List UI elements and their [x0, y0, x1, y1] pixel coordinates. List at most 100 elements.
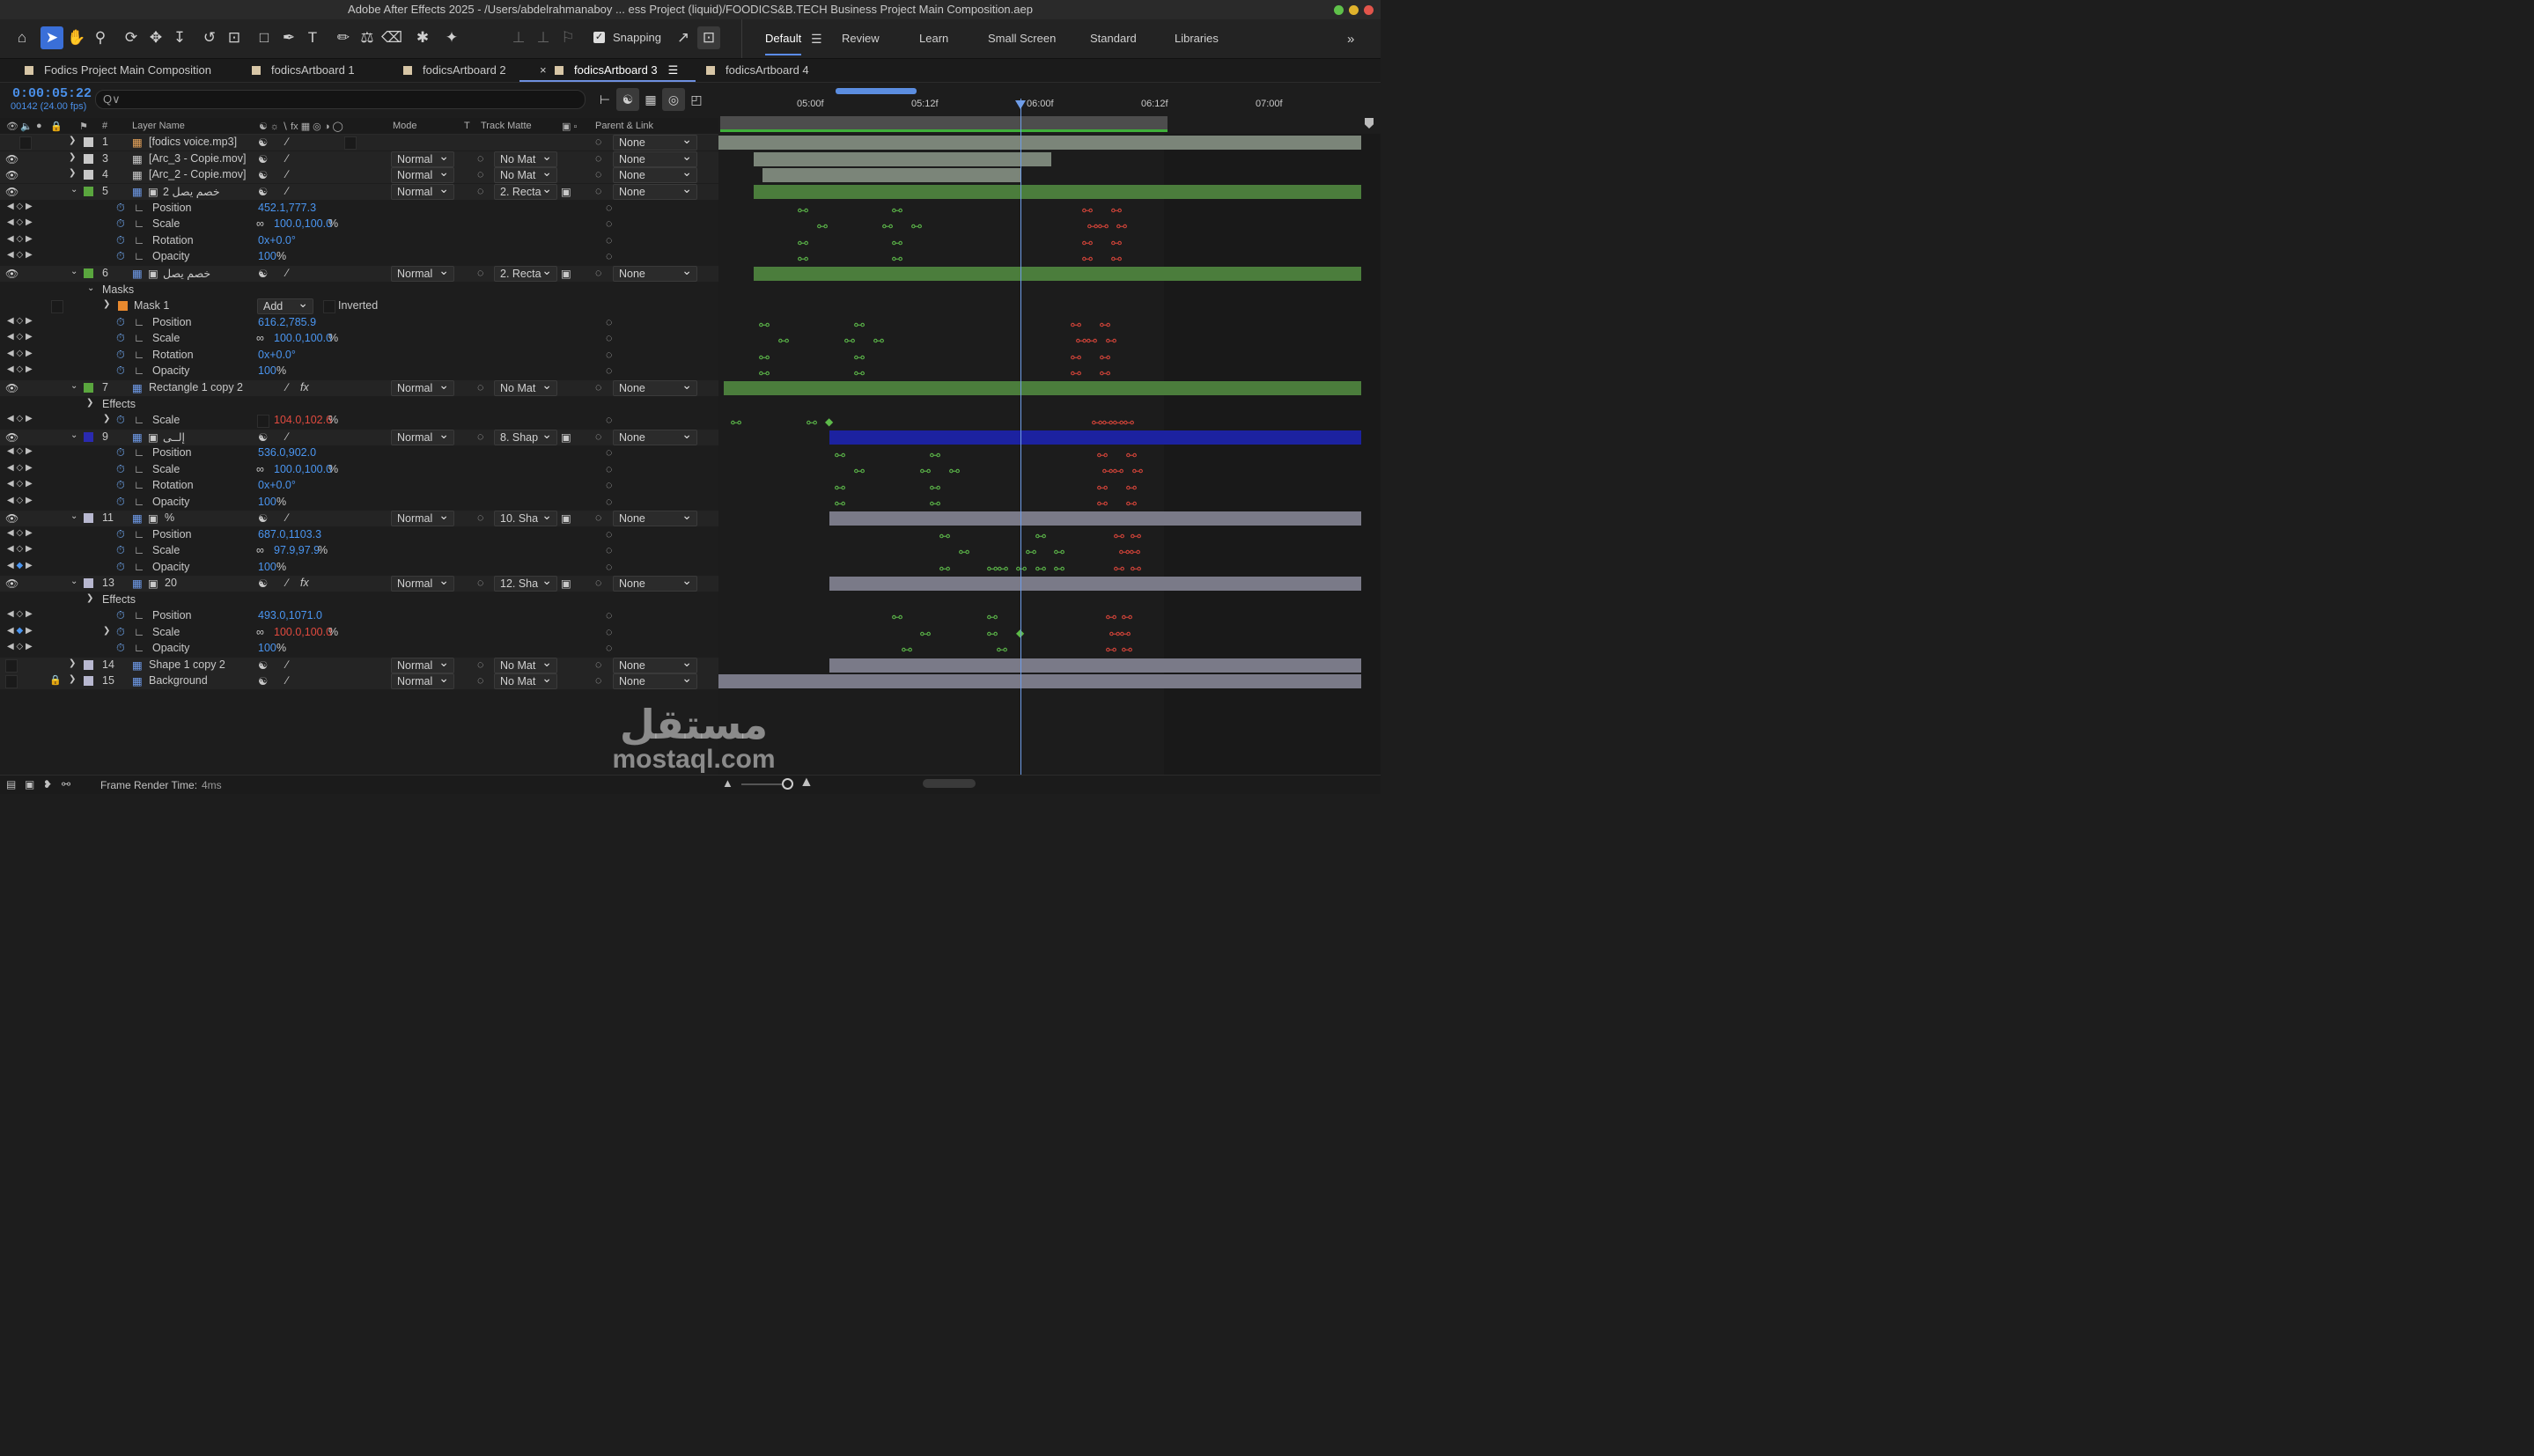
keyframe[interactable]: ⧟	[798, 204, 808, 215]
composition-mini-flowchart-icon[interactable]: ⊢	[593, 88, 616, 111]
stopwatch-icon[interactable]: ⏱	[116, 316, 125, 329]
expression-pickwhip-icon[interactable]: ◌	[606, 463, 612, 475]
keyframe[interactable]: ⧟	[1131, 530, 1141, 540]
blend-mode-dropdown[interactable]: Normal	[391, 573, 454, 592]
pickwhip-icon[interactable]: ◌	[477, 168, 483, 180]
workspace-default[interactable]: Default	[765, 32, 802, 55]
scale-value[interactable]: 100.0,100.0	[274, 463, 332, 475]
keyframe[interactable]: ⧟	[987, 628, 998, 638]
graph-icon[interactable]: ∟	[134, 234, 144, 246]
layer-bar-9[interactable]	[829, 430, 1361, 445]
zoom-slider-track[interactable]	[741, 783, 782, 785]
graph-icon[interactable]: ∟	[134, 463, 144, 475]
keyframe[interactable]: ⧟	[939, 563, 950, 573]
expression-pickwhip-icon[interactable]: ◌	[606, 414, 612, 426]
graph-icon[interactable]: ∟	[134, 446, 144, 459]
pickwhip-icon[interactable]: ◌	[595, 577, 601, 589]
pickwhip-icon[interactable]: ◌	[477, 674, 483, 687]
zoom-in-icon[interactable]: ▲	[799, 775, 814, 791]
stopwatch-icon[interactable]: ⏱	[116, 561, 125, 574]
blend-mode-dropdown[interactable]: Normal	[391, 181, 454, 200]
pickwhip-icon[interactable]: ◌	[595, 381, 601, 393]
keyframe[interactable]: ⧟	[882, 220, 893, 231]
keyframe[interactable]: ⧟	[949, 465, 960, 475]
opacity-value[interactable]: 100	[258, 561, 276, 573]
stopwatch-icon[interactable]: ⏱	[116, 479, 125, 492]
keyframe-nav-icon[interactable]: ◀ ◇ ▶	[7, 250, 33, 260]
tab-artboard-3[interactable]: fodicsArtboard 3 ☰	[519, 63, 696, 82]
shy-switch-icon[interactable]: ☯	[258, 430, 268, 444]
audio-toggle[interactable]	[19, 136, 32, 150]
keyframe-nav-icon[interactable]: ◀ ◇ ▶	[7, 234, 33, 244]
dolly-camera-icon[interactable]: ↧	[168, 26, 191, 49]
expression-pickwhip-icon[interactable]: ◌	[606, 642, 612, 654]
clone-stamp-icon[interactable]: ⚖	[356, 26, 379, 49]
collapse-chevron-icon[interactable]: ⌄	[70, 381, 77, 391]
expand-chevron-icon[interactable]: ❯	[69, 674, 76, 684]
zoom-out-icon[interactable]: ▲	[722, 776, 733, 790]
workspace-small-screen[interactable]: Small Screen	[988, 32, 1056, 45]
stopwatch-icon[interactable]: ⏱	[116, 496, 125, 509]
eye-icon[interactable]: 👁	[5, 512, 18, 525]
quality-switch-icon[interactable]: ∕	[286, 185, 288, 197]
roto-brush-icon[interactable]: ✱	[411, 26, 434, 49]
scale-value[interactable]: 100.0,100.0	[274, 626, 332, 638]
pickwhip-icon[interactable]: ◌	[477, 658, 483, 671]
pickwhip-icon[interactable]: ◌	[477, 511, 483, 524]
label-color[interactable]	[84, 137, 93, 147]
keyframe[interactable]: ⧟	[1126, 449, 1137, 460]
stopwatch-icon[interactable]: ⏱	[116, 349, 125, 362]
keyframe-nav-icon[interactable]: ◀ ◇ ▶	[7, 496, 33, 505]
keyframe[interactable]: ⧟	[959, 546, 969, 556]
keyframe[interactable]: ⧟	[873, 335, 884, 345]
keyframe[interactable]: ⧟	[1122, 611, 1132, 621]
property-row[interactable]: ◀ ◆ ▶ ⏱ ∟ Opacity 100 % ◌	[0, 560, 718, 576]
constrain-link-icon[interactable]: ∞	[256, 217, 264, 230]
eye-icon[interactable]: 👁	[5, 431, 18, 444]
keyframe[interactable]: ⧟⧟	[1102, 465, 1123, 475]
keyframe-nav-icon[interactable]: ◀ ◇ ▶	[7, 217, 33, 227]
keyframe[interactable]: ⧟	[1082, 204, 1093, 215]
minimize-button[interactable]	[1349, 5, 1359, 15]
stopwatch-icon[interactable]: ⏱	[116, 642, 125, 655]
keyframe[interactable]: ⧟	[911, 220, 922, 231]
keyframe[interactable]: ⧟⧟	[1087, 220, 1109, 231]
blend-mode-dropdown[interactable]: Normal	[391, 671, 454, 689]
position-value[interactable]: 452.1,777.3	[258, 202, 316, 214]
keyframe-nav-icon[interactable]: ◀ ◇ ▶	[7, 202, 33, 211]
pickwhip-icon[interactable]: ◌	[595, 511, 601, 524]
stopwatch-icon[interactable]: ⏱	[116, 364, 125, 378]
property-row[interactable]: ◀ ◇ ▶ ⏱ ∟ Position 452.1,777.3 ◌	[0, 201, 718, 217]
transfer-controls-icon[interactable]: ▣	[25, 778, 34, 791]
graph-icon[interactable]: ∟	[134, 642, 144, 654]
layer-bar-15[interactable]	[718, 674, 1361, 688]
pickwhip-icon[interactable]: ◌	[477, 185, 483, 197]
graph-icon[interactable]: ∟	[134, 349, 144, 361]
orbit-camera-icon[interactable]: ⟳	[120, 26, 143, 49]
position-value[interactable]: 687.0,1103.3	[258, 528, 321, 540]
graph-editor-icon[interactable]: ◰	[685, 88, 708, 111]
puppet-pin-icon[interactable]: ✦	[440, 26, 463, 49]
inverted-checkbox[interactable]	[323, 300, 335, 313]
layer-row[interactable]: 👁 ⌄ 6 ▦ ▣ خصم يصل ☯ ∕ Normal ◌ 2. Recta …	[0, 263, 718, 282]
keyframe-nav-icon[interactable]: ◀ ◇ ▶	[7, 332, 33, 342]
constrain-box[interactable]	[257, 415, 269, 428]
matte-mode-icon[interactable]: ▣	[561, 267, 571, 280]
expression-pickwhip-icon[interactable]: ◌	[606, 332, 612, 344]
label-color[interactable]	[84, 660, 93, 670]
stopwatch-icon[interactable]: ⏱	[116, 626, 125, 639]
layer-row[interactable]: ❯ 1 ▦ [fodics voice.mp3] ☯ ∕ ◌ None	[0, 132, 718, 151]
layer-row[interactable]: 👁 ⌄ 11 ▦ ▣ % ☯ ∕ Normal ◌ 10. Sha ▣ ◌ No…	[0, 508, 718, 526]
graph-icon[interactable]: ∟	[134, 332, 144, 344]
pickwhip-icon[interactable]: ◌	[595, 136, 601, 148]
keyframe[interactable]: ⧟	[920, 628, 931, 638]
pan-camera-icon[interactable]: ✥	[144, 26, 167, 49]
blend-mode-dropdown[interactable]: Normal	[391, 378, 454, 396]
keyframe[interactable]: ⧟	[807, 416, 817, 427]
layer-switches-icon[interactable]: ▤	[6, 778, 16, 791]
anchor-tool-icon[interactable]: ⊡	[223, 26, 246, 49]
mask-lock-box[interactable]	[51, 300, 63, 313]
shy-switch-icon[interactable]: ☯	[258, 185, 268, 198]
type-tool-icon[interactable]: T	[301, 26, 324, 49]
keyframe[interactable]: ◆	[825, 416, 833, 427]
